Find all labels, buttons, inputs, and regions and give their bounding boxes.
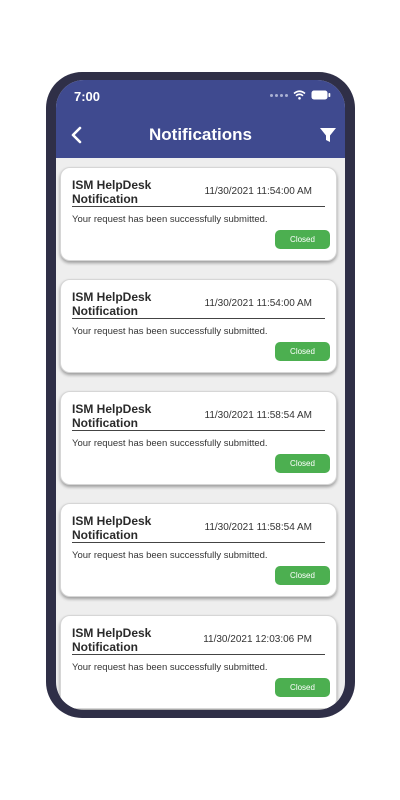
signal-icon	[270, 93, 288, 97]
status-badge[interactable]: Closed	[275, 454, 330, 473]
notification-card[interactable]: ISM HelpDesk Notification 11/30/2021 12:…	[60, 615, 337, 709]
status-badge[interactable]: Closed	[275, 230, 330, 249]
filter-icon[interactable]	[319, 126, 337, 144]
status-badge[interactable]: Closed	[275, 566, 330, 585]
status-badge[interactable]: Closed	[275, 342, 330, 361]
notification-title: ISM HelpDesk Notification	[72, 178, 152, 206]
notification-message: Your request has been successfully submi…	[72, 326, 268, 337]
notification-title: ISM HelpDesk Notification	[72, 514, 152, 542]
page-title: Notifications	[149, 125, 252, 144]
notification-title: ISM HelpDesk Notification	[72, 290, 152, 318]
notification-datetime: 11/30/2021 11:54:00 AM	[204, 298, 313, 309]
app-header: 7:00 Notifications	[56, 80, 345, 158]
divider	[72, 542, 325, 543]
notification-title: ISM HelpDesk Notification	[72, 626, 152, 654]
battery-icon	[311, 90, 331, 100]
notification-title: ISM HelpDesk Notification	[72, 402, 152, 430]
status-time: 7:00	[74, 89, 101, 104]
divider	[72, 430, 325, 431]
notification-datetime: 11/30/2021 11:58:54 AM	[204, 410, 313, 421]
screen: 7:00 Notifications ISM HelpDesk Notifica…	[56, 80, 345, 710]
divider	[72, 318, 325, 319]
notification-card[interactable]: ISM HelpDesk Notification 11/30/2021 11:…	[60, 391, 337, 485]
notification-message: Your request has been successfully submi…	[72, 550, 268, 561]
notification-datetime: 11/30/2021 12:03:06 PM	[203, 634, 312, 645]
notification-card[interactable]: ISM HelpDesk Notification 11/30/2021 11:…	[60, 279, 337, 373]
status-badge[interactable]: Closed	[275, 678, 330, 697]
divider	[72, 654, 325, 655]
notification-datetime: 11/30/2021 11:58:54 AM	[204, 522, 313, 533]
divider	[72, 206, 325, 207]
phone-frame: 7:00 Notifications ISM HelpDesk Notifica…	[46, 72, 355, 718]
status-icons	[270, 90, 331, 100]
notification-message: Your request has been successfully submi…	[72, 214, 268, 225]
notification-card[interactable]: ISM HelpDesk Notification 11/30/2021 11:…	[60, 167, 337, 261]
wifi-icon	[293, 90, 306, 100]
notification-message: Your request has been successfully submi…	[72, 438, 268, 449]
notification-message: Your request has been successfully submi…	[72, 662, 268, 673]
notification-card[interactable]: ISM HelpDesk Notification 11/30/2021 11:…	[60, 503, 337, 597]
notification-datetime: 11/30/2021 11:54:00 AM	[204, 186, 313, 197]
